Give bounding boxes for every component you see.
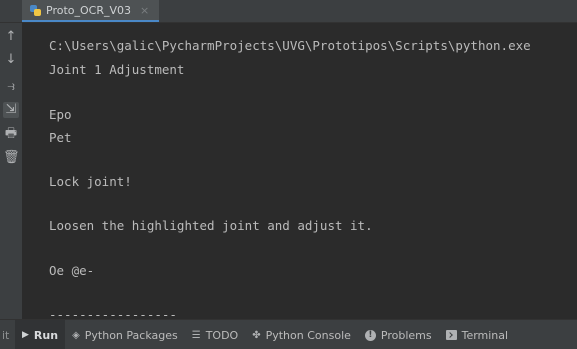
tab-python-packages-label: Python Packages	[84, 328, 178, 342]
tab-python-console[interactable]: ✤ Python Console	[245, 320, 358, 349]
print-icon[interactable]: 🖶	[3, 126, 19, 142]
close-icon[interactable]: ×	[140, 4, 149, 17]
console-line: Lock joint!	[49, 174, 132, 189]
soft-wrap-icon[interactable]: ⥽	[3, 79, 19, 95]
run-tab[interactable]: Proto_OCR_V03 ×	[22, 0, 160, 22]
scroll-down-icon[interactable]: ↓	[3, 52, 19, 68]
tab-terminal-label: Terminal	[461, 328, 509, 342]
run-icon: ▶	[22, 330, 29, 340]
tab-todo[interactable]: ☰ TODO	[185, 320, 245, 349]
console-line: Pet	[49, 130, 72, 145]
tab-python-console-label: Python Console	[265, 328, 351, 342]
console-toolbar: ↑ ↓ ⥽ ⇲ 🖶 🗑	[0, 23, 22, 319]
run-tab-title: Proto_OCR_V03	[46, 3, 131, 17]
tab-problems-label: Problems	[380, 328, 432, 342]
tab-run-label: Run	[33, 328, 59, 342]
run-tab-bar: Proto_OCR_V03 ×	[0, 0, 577, 23]
tab-todo-label: TODO	[205, 328, 239, 342]
run-tool-window: Proto_OCR_V03 × ↑ ↓ ⥽ ⇲ 🖶 🗑 C:\Users\gal…	[0, 0, 577, 349]
problems-icon: !	[364, 329, 376, 341]
git-tab-partial[interactable]: it	[0, 320, 15, 349]
console-line: Epo	[49, 107, 72, 122]
console-line: C:\Users\galic\PycharmProjects\UVG\Proto…	[49, 38, 531, 53]
tool-window-bar: it ▶ Run ◈ Python Packages ☰ TODO ✤ Pyth…	[0, 319, 577, 349]
scroll-to-end-icon[interactable]: ⇲	[3, 102, 19, 118]
rerun-up-icon[interactable]: ↑	[3, 29, 19, 45]
console-line: Joint 1 Adjustment	[49, 62, 185, 77]
tab-terminal[interactable]: Terminal	[439, 320, 516, 349]
tab-python-packages[interactable]: ◈ Python Packages	[65, 320, 185, 349]
python-console-icon: ✤	[252, 329, 261, 341]
console-output[interactable]: C:\Users\galic\PycharmProjects\UVG\Proto…	[22, 23, 577, 319]
console-line: Oe @e-	[49, 263, 95, 278]
tab-run[interactable]: ▶ Run	[15, 320, 66, 349]
console-line: -----------------	[49, 307, 177, 319]
terminal-icon	[445, 330, 457, 340]
trash-icon[interactable]: 🗑	[3, 150, 20, 166]
packages-icon: ◈	[72, 329, 80, 341]
list-icon: ☰	[191, 329, 201, 341]
console-line: Loosen the highlighted joint and adjust …	[49, 218, 373, 233]
python-icon	[30, 4, 41, 16]
tab-problems[interactable]: ! Problems	[358, 320, 439, 349]
